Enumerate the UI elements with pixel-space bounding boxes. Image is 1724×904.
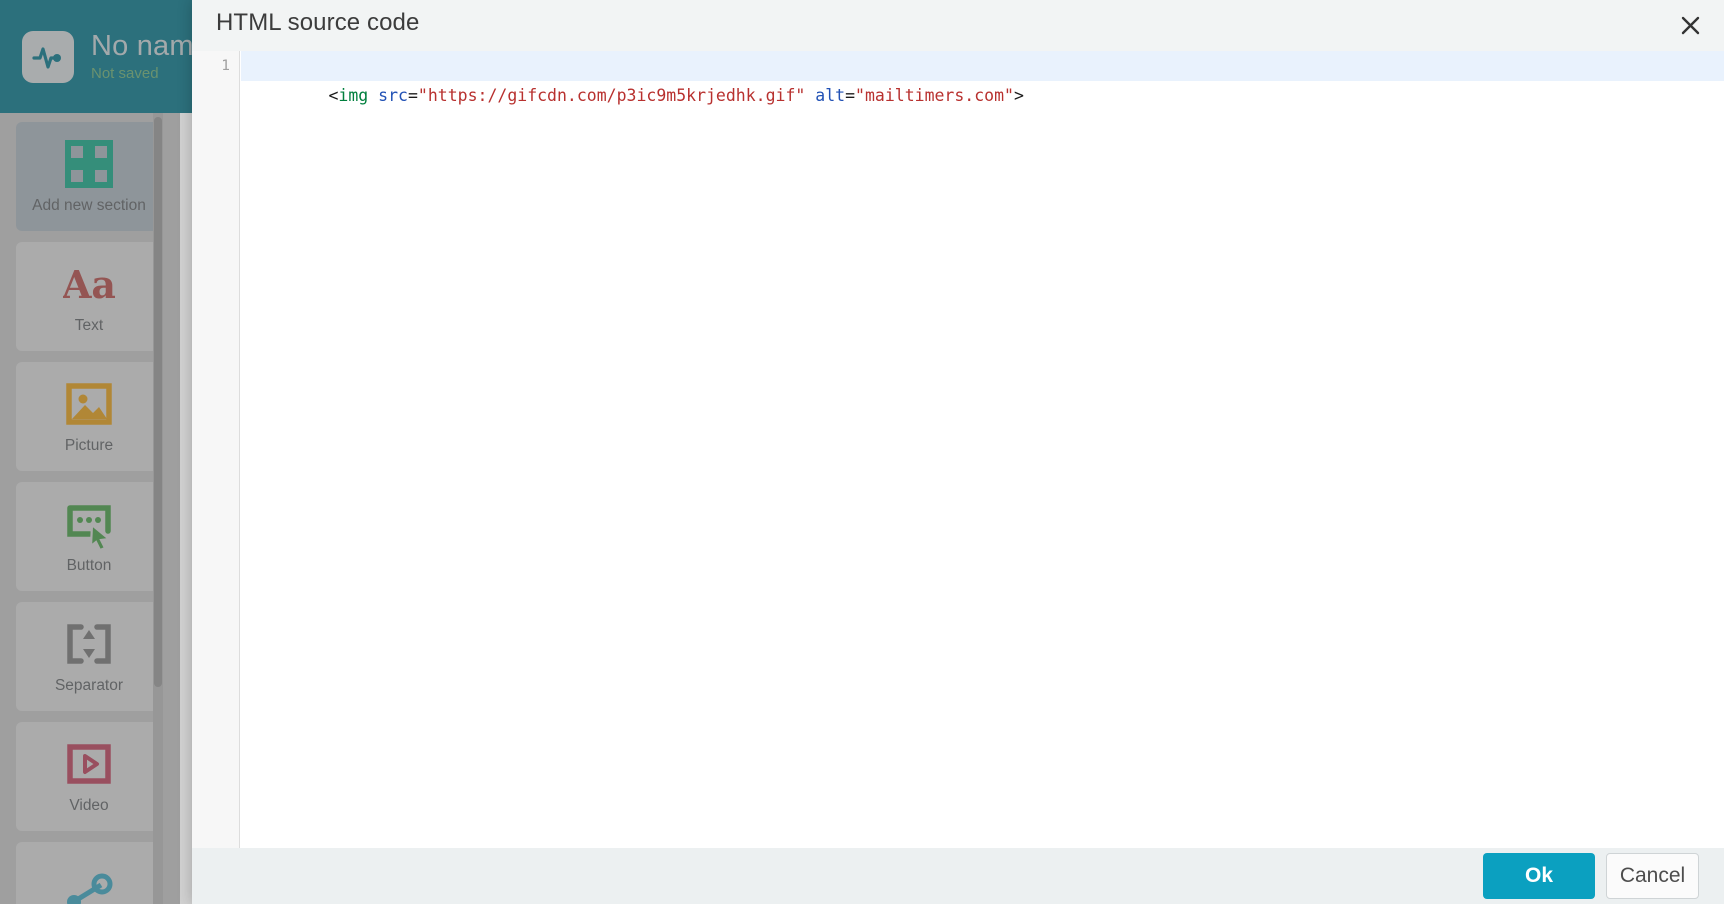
app-title-group: No name Not saved (91, 30, 192, 84)
code-token: = (845, 86, 855, 105)
sidebar-item-video[interactable]: Video (16, 722, 162, 831)
code-token (805, 86, 815, 105)
code-editor[interactable]: 1 <img src="https://gifcdn.com/p3ic9m5kr… (192, 51, 1724, 848)
sidebar-item-label: Separator (55, 677, 123, 695)
sidebar-item-label: Button (67, 557, 112, 575)
separator-icon (63, 618, 115, 670)
text-aa-icon: Aa (63, 258, 115, 310)
video-play-icon (63, 738, 115, 790)
editor-gutter: 1 (192, 51, 240, 848)
editor-code-area[interactable]: <img src="https://gifcdn.com/p3ic9m5krje… (241, 51, 1724, 81)
sidebar-item-text[interactable]: Aa Text (16, 242, 162, 351)
close-icon[interactable] (1676, 11, 1704, 39)
sidebar-item-picture[interactable]: Picture (16, 362, 162, 471)
image-icon (63, 378, 115, 430)
code-token: "mailtimers.com" (855, 86, 1014, 105)
svg-text:Aa: Aa (63, 262, 115, 307)
button-cursor-icon (63, 498, 115, 550)
rail-scrollbar-thumb[interactable] (154, 117, 162, 687)
code-line[interactable]: <img src="https://gifcdn.com/p3ic9m5krje… (241, 51, 1724, 81)
code-token: < (328, 86, 338, 105)
html-source-code-dialog: HTML source code 1 <img src="https://gif… (192, 0, 1724, 904)
sidebar-item-label: Text (75, 317, 103, 335)
dialog-title: HTML source code (216, 9, 419, 37)
cancel-button[interactable]: Cancel (1606, 853, 1699, 899)
pulse-icon (22, 31, 74, 83)
code-token: src (378, 86, 408, 105)
page-title: No name (91, 30, 192, 63)
sidebar-item-label: Picture (65, 437, 113, 455)
code-token: "https://gifcdn.com/p3ic9m5krjedhk.gif" (418, 86, 805, 105)
app-header: No name Not saved (0, 0, 192, 113)
sidebar-item-button[interactable]: Button (16, 482, 162, 591)
sidebar-item-social[interactable] (16, 842, 162, 904)
sidebar-item-label: Video (69, 797, 108, 815)
social-share-icon (63, 867, 115, 904)
save-status: Not saved (91, 64, 192, 84)
ok-button[interactable]: Ok (1483, 853, 1595, 899)
code-token (368, 86, 378, 105)
code-token: img (338, 86, 368, 105)
sidebar-item-add-new-section[interactable]: Add new section (16, 122, 162, 231)
line-number: 1 (192, 51, 239, 81)
sidebar-item-label: Add new section (32, 197, 146, 215)
sidebar-item-separator[interactable]: Separator (16, 602, 162, 711)
grid-squares-icon (63, 138, 115, 190)
code-token: = (408, 86, 418, 105)
code-token: alt (815, 86, 845, 105)
rail-scrollbar[interactable] (153, 113, 163, 904)
dialog-header: HTML source code (192, 0, 1724, 51)
code-token: > (1014, 86, 1024, 105)
dialog-footer: Ok Cancel (192, 848, 1724, 904)
